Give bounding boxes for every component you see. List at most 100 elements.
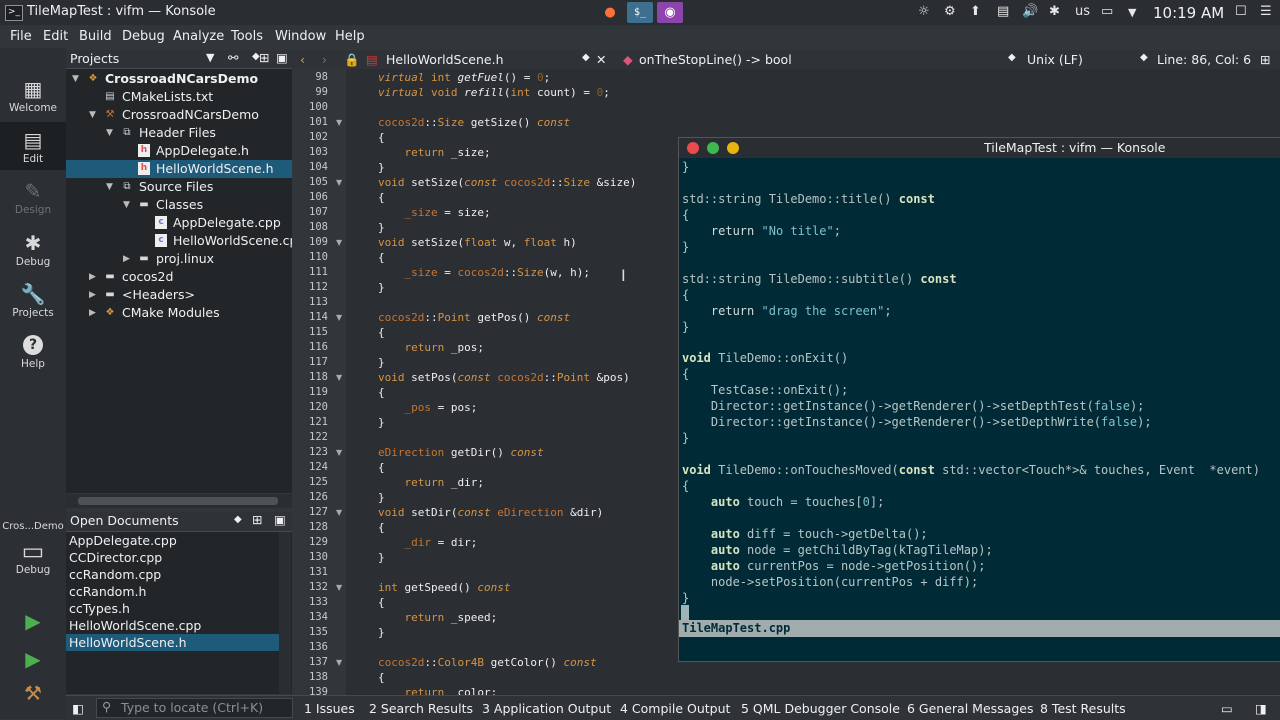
project-tree-item[interactable]: ▼ ⚒ CrossroadNCarsDemo — [66, 106, 292, 124]
expanded-arrow-icon[interactable]: ▼ — [89, 106, 96, 124]
menu-window[interactable]: Window — [275, 29, 326, 44]
volume-icon[interactable]: 🔊 — [1022, 4, 1038, 19]
fold-marker-icon[interactable]: ▼ — [336, 175, 342, 190]
mode-debug[interactable]: ✱ Debug — [0, 230, 66, 268]
menu-file[interactable]: File — [10, 29, 32, 44]
menu-icon[interactable]: ☰ — [1260, 4, 1272, 19]
terminal-output[interactable]: } std::string TileDemo::title() const{ re… — [679, 158, 1280, 620]
horizontal-scrollbar[interactable] — [66, 494, 292, 508]
split-editor-icon[interactable]: ⊞ — [1260, 52, 1270, 67]
close-pane-icon[interactable]: ▣ — [274, 512, 286, 527]
fold-marker-icon[interactable]: ▼ — [336, 505, 342, 520]
konsole-titlebar[interactable]: TileMapTest : vifm — Konsole — [679, 138, 1280, 158]
fold-marker-icon[interactable]: ▼ — [336, 310, 342, 325]
line-ending-dropdown-icon[interactable]: ◆ — [1140, 52, 1148, 63]
mode-help[interactable]: ? Help — [0, 332, 66, 370]
project-tree-item[interactable]: c HelloWorldScene.cpp — [66, 232, 305, 250]
filter-icon[interactable]: ▼ — [206, 51, 214, 64]
debug-run-button[interactable]: ▶ — [0, 646, 66, 672]
open-documents-selector[interactable]: Open Documents — [70, 513, 179, 528]
link-icon[interactable]: ⚯ — [228, 50, 238, 65]
tray-expand-icon[interactable]: ▼ — [1128, 6, 1136, 19]
kit-selector[interactable]: ▭ Debug — [0, 538, 66, 576]
mode-design[interactable]: ✎ Design — [0, 178, 66, 216]
output-tab[interactable]: 5 QML Debugger Console — [741, 701, 900, 716]
clock[interactable]: 10:19 AM — [1153, 4, 1224, 22]
close-file-icon[interactable]: ✕ — [596, 52, 606, 67]
menu-help[interactable]: Help — [335, 29, 365, 44]
toggle-right-sidebar-icon[interactable]: ◨ — [1255, 701, 1267, 716]
toggle-sidebar-icon[interactable]: ◧ — [72, 701, 84, 716]
fold-marker-icon[interactable]: ▼ — [336, 370, 342, 385]
project-tree-item[interactable]: c AppDelegate.cpp — [66, 214, 292, 232]
split-icon[interactable]: ⊞ — [252, 512, 262, 527]
locate-input[interactable]: ⚲ Type to locate (Ctrl+K) — [96, 698, 293, 718]
bluetooth-icon[interactable]: ✱ — [1049, 4, 1060, 19]
display-icon[interactable]: ▭ — [1101, 4, 1113, 19]
project-tree-item[interactable]: ▶ ❖ CMake Modules — [66, 304, 292, 322]
minimize-window-button[interactable] — [727, 142, 739, 154]
open-document-item[interactable]: ccRandom.cpp — [66, 566, 281, 583]
maximize-window-button[interactable] — [707, 142, 719, 154]
back-icon[interactable]: ‹ — [300, 52, 305, 67]
menu-build[interactable]: Build — [79, 29, 112, 44]
steam-icon[interactable]: ⚙ — [944, 4, 956, 19]
output-tab[interactable]: 3 Application Output — [482, 701, 611, 716]
build-button[interactable]: ⚒ — [0, 680, 66, 706]
updates-icon[interactable]: ⬆ — [970, 4, 981, 19]
fold-marker-icon[interactable]: ▼ — [336, 655, 342, 670]
close-pane-icon[interactable]: ▣ — [276, 50, 288, 65]
open-document-item[interactable]: ccTypes.h — [66, 600, 281, 617]
collapsed-arrow-icon[interactable]: ▶ — [89, 286, 96, 304]
output-tab[interactable]: 4 Compile Output — [620, 701, 730, 716]
output-tab[interactable]: 8 Test Results — [1040, 701, 1126, 716]
output-tab[interactable]: 1 Issues — [304, 701, 355, 716]
mode-edit[interactable]: ▤ Edit — [0, 122, 66, 170]
fold-marker-icon[interactable]: ▼ — [336, 115, 342, 130]
fold-marker-icon[interactable]: ▼ — [336, 580, 342, 595]
collapsed-arrow-icon[interactable]: ▶ — [123, 250, 130, 268]
mode-projects[interactable]: 🔧 Projects — [0, 281, 66, 319]
fold-marker-icon[interactable]: ▼ — [336, 235, 342, 250]
menu-edit[interactable]: Edit — [43, 29, 68, 44]
expanded-arrow-icon[interactable]: ▼ — [106, 178, 113, 196]
symbol-dropdown-icon[interactable]: ◆ — [1008, 52, 1016, 63]
firefox-task-icon[interactable]: ● — [597, 2, 623, 23]
open-document-item[interactable]: HelloWorldScene.cpp — [66, 617, 281, 634]
project-tree-item[interactable]: ▶ ▬ proj.linux — [66, 250, 292, 268]
project-tree-item[interactable]: ▤ CMakeLists.txt — [66, 88, 292, 106]
project-tree-item[interactable]: ▼ ❖ CrossroadNCarsDemo — [66, 70, 292, 88]
toggle-output-icon[interactable]: ▭ — [1221, 701, 1233, 716]
symbol-selector[interactable]: onTheStopLine() -> bool — [639, 52, 792, 67]
current-file[interactable]: HelloWorldScene.h — [386, 52, 504, 67]
split-icon[interactable]: ⊞ — [259, 50, 269, 65]
forward-icon[interactable]: › — [322, 52, 327, 67]
file-dropdown-icon[interactable]: ◆ — [582, 52, 590, 63]
projects-view-selector[interactable]: Projects — [70, 51, 119, 66]
output-tab[interactable]: 2 Search Results — [369, 701, 473, 716]
desktop-icon[interactable]: ☐ — [1235, 4, 1247, 19]
project-tree-item[interactable]: h HelloWorldScene.h — [66, 160, 292, 178]
output-tab[interactable]: 6 General Messages — [907, 701, 1033, 716]
view-dropdown-icon[interactable]: ◆ — [234, 514, 242, 525]
weather-icon[interactable]: ☼ — [918, 4, 930, 19]
cursor-position[interactable]: Line: 86, Col: 6 — [1157, 52, 1251, 67]
project-tree-item[interactable]: ▼ ▬ Classes — [66, 196, 292, 214]
project-tree-item[interactable]: ▶ ▬ cocos2d — [66, 268, 292, 286]
collapsed-arrow-icon[interactable]: ▶ — [89, 304, 96, 322]
open-document-item[interactable]: CCDirector.cpp — [66, 549, 281, 566]
project-tree-item[interactable]: ▼ ⧉ Header Files — [66, 124, 292, 142]
open-document-item[interactable]: HelloWorldScene.h — [66, 634, 281, 651]
keyboard-layout[interactable]: us — [1075, 4, 1090, 19]
menu-tools[interactable]: Tools — [231, 29, 263, 44]
open-document-item[interactable]: ccRandom.h — [66, 583, 281, 600]
project-tree-item[interactable]: ▶ ▬ <Headers> — [66, 286, 292, 304]
menu-debug[interactable]: Debug — [122, 29, 165, 44]
expanded-arrow-icon[interactable]: ▼ — [106, 124, 113, 142]
run-button[interactable]: ▶ — [0, 608, 66, 634]
expanded-arrow-icon[interactable]: ▼ — [72, 70, 79, 88]
expanded-arrow-icon[interactable]: ▼ — [123, 196, 130, 214]
app3-task-icon[interactable]: ◉ — [657, 2, 683, 23]
menu-analyze[interactable]: Analyze — [173, 29, 224, 44]
fold-marker-icon[interactable]: ▼ — [336, 445, 342, 460]
